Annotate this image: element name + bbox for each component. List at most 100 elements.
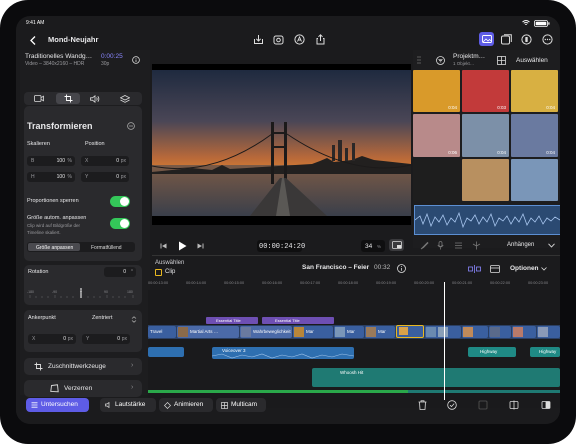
media-thumbnail[interactable]: 0:06 bbox=[413, 114, 460, 157]
layers-tab-icon[interactable] bbox=[116, 94, 134, 103]
import-icon[interactable] bbox=[252, 33, 265, 46]
share-icon[interactable] bbox=[314, 33, 327, 46]
inspect-button[interactable]: Untersuchen bbox=[26, 398, 89, 412]
rotation-dial[interactable] bbox=[28, 282, 136, 300]
media-thumbnail[interactable]: 0:04 bbox=[511, 114, 558, 157]
info-icon[interactable] bbox=[132, 56, 140, 64]
brush-icon[interactable] bbox=[419, 240, 429, 250]
volume-button[interactable]: Lautstärke bbox=[100, 398, 156, 412]
highway-audio-clip[interactable]: Highway bbox=[468, 347, 516, 357]
fit-option-selected[interactable]: Größe anpassen bbox=[28, 243, 80, 251]
proportional-toggle[interactable] bbox=[110, 196, 130, 207]
transform-tab-icon[interactable] bbox=[56, 93, 80, 104]
media-thumbnail[interactable] bbox=[413, 158, 460, 201]
media-thumbnail[interactable]: 0:03 bbox=[462, 70, 509, 113]
animate-button[interactable]: Animieren bbox=[159, 398, 213, 412]
audio-tab-icon[interactable] bbox=[86, 94, 104, 103]
settings-badge-icon[interactable] bbox=[519, 32, 533, 46]
split-icon[interactable] bbox=[471, 240, 481, 250]
title-clip[interactable]: Essential Title bbox=[262, 317, 334, 324]
chevron-up-down-icon[interactable] bbox=[130, 315, 138, 323]
more-icon[interactable] bbox=[540, 32, 554, 46]
multicam-button[interactable]: Multicam bbox=[216, 398, 266, 412]
playhead[interactable] bbox=[444, 282, 445, 400]
filter-icon[interactable] bbox=[435, 55, 445, 65]
timeline-tracks[interactable]: Essential Title Essential Title Travel M… bbox=[148, 282, 560, 408]
video-clip[interactable] bbox=[537, 326, 560, 338]
checkmark-circle-icon[interactable] bbox=[446, 399, 457, 410]
snapping-icon[interactable] bbox=[467, 264, 481, 273]
trash-icon[interactable] bbox=[417, 399, 427, 410]
video-clip[interactable]: Mar bbox=[293, 326, 333, 338]
background-audio-bar[interactable] bbox=[408, 390, 560, 393]
video-clip[interactable]: Travel bbox=[148, 326, 176, 338]
back-chevron-icon[interactable] bbox=[28, 35, 38, 45]
video-clip[interactable] bbox=[425, 326, 461, 338]
crop-tools-button[interactable]: Zuschnittwerkzeuge › bbox=[24, 358, 142, 375]
camera-icon[interactable] bbox=[272, 33, 285, 46]
rotation-field[interactable]: 0 ° bbox=[104, 267, 136, 277]
video-clip[interactable] bbox=[462, 326, 488, 338]
timeline-select-label[interactable]: Auswählen bbox=[155, 260, 184, 266]
play-icon[interactable] bbox=[176, 240, 188, 252]
media-thumbnail[interactable] bbox=[511, 158, 558, 201]
zoom-field[interactable]: 34 % bbox=[361, 240, 385, 252]
viewer-options-icon[interactable] bbox=[389, 239, 404, 251]
autosize-toggle[interactable] bbox=[110, 218, 130, 229]
video-clip[interactable]: Mar bbox=[365, 326, 395, 338]
media-thumbnail[interactable]: 0:04 bbox=[511, 70, 558, 113]
scale-width-field[interactable]: B 100 % bbox=[27, 156, 75, 166]
ruler-label: 00:00:14:00 bbox=[186, 281, 207, 285]
video-clip[interactable]: Mar bbox=[334, 326, 364, 338]
media-thumbnail[interactable]: 0:04 bbox=[462, 114, 509, 157]
time-ruler[interactable]: 00:00:13:00 00:00:14:00 00:00:15:00 00:00:1… bbox=[148, 281, 560, 289]
video-clip[interactable] bbox=[489, 326, 511, 338]
browser-icon[interactable] bbox=[499, 32, 513, 46]
scale-label: Skalieren bbox=[27, 141, 50, 147]
detach-audio-icon[interactable] bbox=[477, 399, 488, 410]
drag-handle-icon[interactable] bbox=[416, 55, 422, 65]
title-clip[interactable]: Essential Title bbox=[206, 317, 258, 324]
voiceover-icon[interactable] bbox=[293, 33, 306, 46]
position-y-field[interactable]: Y 0 px bbox=[81, 172, 129, 182]
video-tab-icon[interactable] bbox=[30, 94, 48, 103]
info-circle-icon[interactable] bbox=[396, 263, 406, 273]
clip-appearance-icon[interactable] bbox=[489, 264, 500, 273]
music-clip[interactable]: Whoosh Hit bbox=[312, 368, 560, 387]
chevron-down-icon[interactable] bbox=[541, 266, 547, 271]
mic-icon[interactable] bbox=[435, 240, 445, 250]
audio-clip[interactable] bbox=[148, 347, 184, 357]
video-clip[interactable] bbox=[512, 326, 536, 338]
selected-clip[interactable] bbox=[396, 325, 424, 338]
skip-back-icon[interactable] bbox=[159, 242, 167, 250]
options-button[interactable]: Optionen bbox=[510, 265, 539, 272]
chevron-down-icon[interactable] bbox=[547, 242, 555, 249]
anchor-y-field[interactable]: Y 0 px bbox=[82, 334, 130, 344]
grid-view-icon[interactable] bbox=[497, 56, 506, 65]
connect-button[interactable]: Anhängen bbox=[507, 242, 534, 248]
video-clip[interactable]: Wahrbeweglichkeit bbox=[240, 326, 292, 338]
timecode-display[interactable]: 00:00:24:20 bbox=[257, 240, 305, 252]
media-thumbnail[interactable]: 0:04 bbox=[413, 70, 460, 113]
adjust-icon[interactable] bbox=[453, 240, 463, 250]
inspector-photo-icon[interactable] bbox=[479, 32, 494, 46]
browser-waveform-clip[interactable] bbox=[414, 205, 560, 235]
reset-icon[interactable] bbox=[127, 122, 135, 130]
clip-select-icon[interactable] bbox=[155, 269, 162, 276]
highway-audio-clip[interactable]: Highway bbox=[530, 347, 560, 357]
position-x-field[interactable]: X 0 px bbox=[81, 156, 129, 166]
anchor-x-field[interactable]: X 0 px bbox=[28, 334, 76, 344]
distort-button[interactable]: Verzerren › bbox=[24, 380, 142, 397]
video-viewer[interactable] bbox=[152, 64, 411, 225]
fill-option[interactable]: Formatfüllend bbox=[82, 243, 134, 251]
video-clip[interactable]: Martial Arts … bbox=[177, 326, 239, 338]
browser-select-button[interactable]: Auswählen bbox=[516, 57, 548, 64]
trim-clip-icon[interactable] bbox=[540, 399, 551, 410]
voiceover-clip[interactable]: Voiceover 3 bbox=[212, 347, 354, 359]
split-clip-icon[interactable] bbox=[508, 399, 519, 410]
scale-height-field[interactable]: H 100 % bbox=[27, 172, 75, 182]
anchor-value[interactable]: Zentriert bbox=[92, 315, 112, 321]
background-audio-bar[interactable] bbox=[148, 390, 408, 393]
skip-forward-icon[interactable] bbox=[196, 242, 204, 250]
media-thumbnail[interactable] bbox=[462, 158, 509, 201]
